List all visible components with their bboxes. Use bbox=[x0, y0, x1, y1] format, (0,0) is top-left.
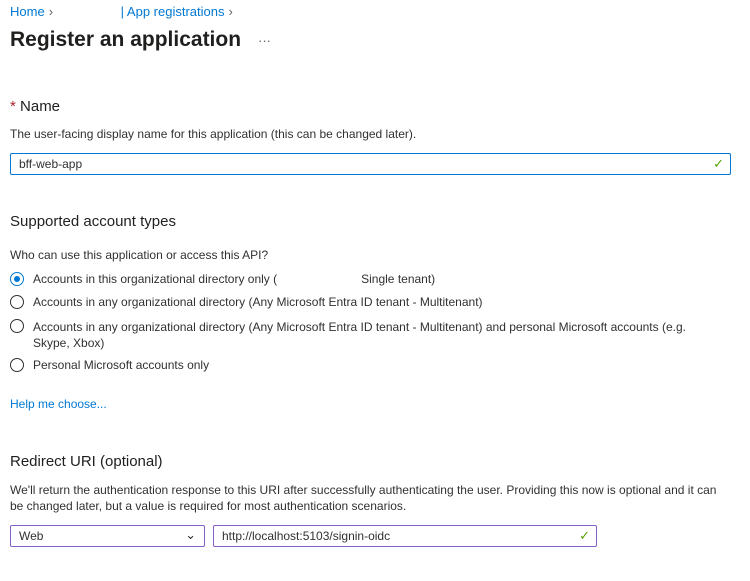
name-value: bff-web-app bbox=[19, 157, 83, 171]
name-description: The user-facing display name for this ap… bbox=[10, 127, 417, 141]
redirect-description: We'll return the authentication response… bbox=[10, 483, 717, 513]
radio-personal-only[interactable]: Personal Microsoft accounts only bbox=[10, 358, 720, 372]
checkmark-icon: ✓ bbox=[579, 528, 590, 543]
breadcrumb-app-registrations[interactable]: | App registrations bbox=[121, 4, 225, 19]
checkmark-icon: ✓ bbox=[713, 156, 724, 171]
radio-label: Personal Microsoft accounts only bbox=[33, 358, 210, 372]
radio-icon bbox=[10, 358, 24, 372]
radio-label: Accounts in any organizational directory… bbox=[33, 320, 686, 350]
help-me-choose-link[interactable]: Help me choose... bbox=[10, 397, 107, 411]
radio-multitenant[interactable]: Accounts in any organizational directory… bbox=[10, 295, 720, 309]
account-types-heading: Supported account types bbox=[10, 213, 176, 230]
breadcrumb-home[interactable]: Home bbox=[10, 4, 45, 19]
redirect-uri-input[interactable]: http://localhost:5103/signin-oidc ✓ bbox=[213, 525, 597, 547]
account-types-question: Who can use this application or access t… bbox=[10, 248, 269, 262]
radio-label-suffix: Single tenant) bbox=[361, 272, 436, 286]
more-options-button[interactable]: ··· bbox=[258, 33, 271, 48]
redirect-heading: Redirect URI (optional) bbox=[10, 453, 163, 470]
radio-label: Accounts in any organizational directory… bbox=[33, 295, 483, 309]
name-title: Name bbox=[20, 98, 61, 115]
radio-icon bbox=[10, 319, 24, 333]
radio-label: Accounts in this organizational director… bbox=[33, 272, 278, 286]
chevron-right-icon: › bbox=[228, 4, 233, 19]
name-input[interactable]: bff-web-app ✓ bbox=[10, 153, 731, 175]
radio-selected-icon bbox=[10, 272, 24, 286]
radio-icon bbox=[10, 295, 24, 309]
page-title: Register an application bbox=[10, 28, 242, 51]
platform-value: Web bbox=[19, 529, 44, 543]
platform-select[interactable]: Web ⌄ bbox=[10, 525, 205, 547]
chevron-right-icon: › bbox=[48, 4, 54, 19]
chevron-down-icon: ⌄ bbox=[185, 527, 196, 542]
radio-single-tenant[interactable]: Accounts in this organizational director… bbox=[10, 272, 720, 286]
redirect-uri-value: http://localhost:5103/signin-oidc bbox=[222, 529, 391, 543]
required-marker: * bbox=[10, 98, 16, 115]
radio-multitenant-personal[interactable]: Accounts in any organizational directory… bbox=[10, 319, 720, 351]
breadcrumb: Home › | App registrations › bbox=[10, 4, 237, 19]
name-heading: * Name bbox=[10, 98, 60, 115]
